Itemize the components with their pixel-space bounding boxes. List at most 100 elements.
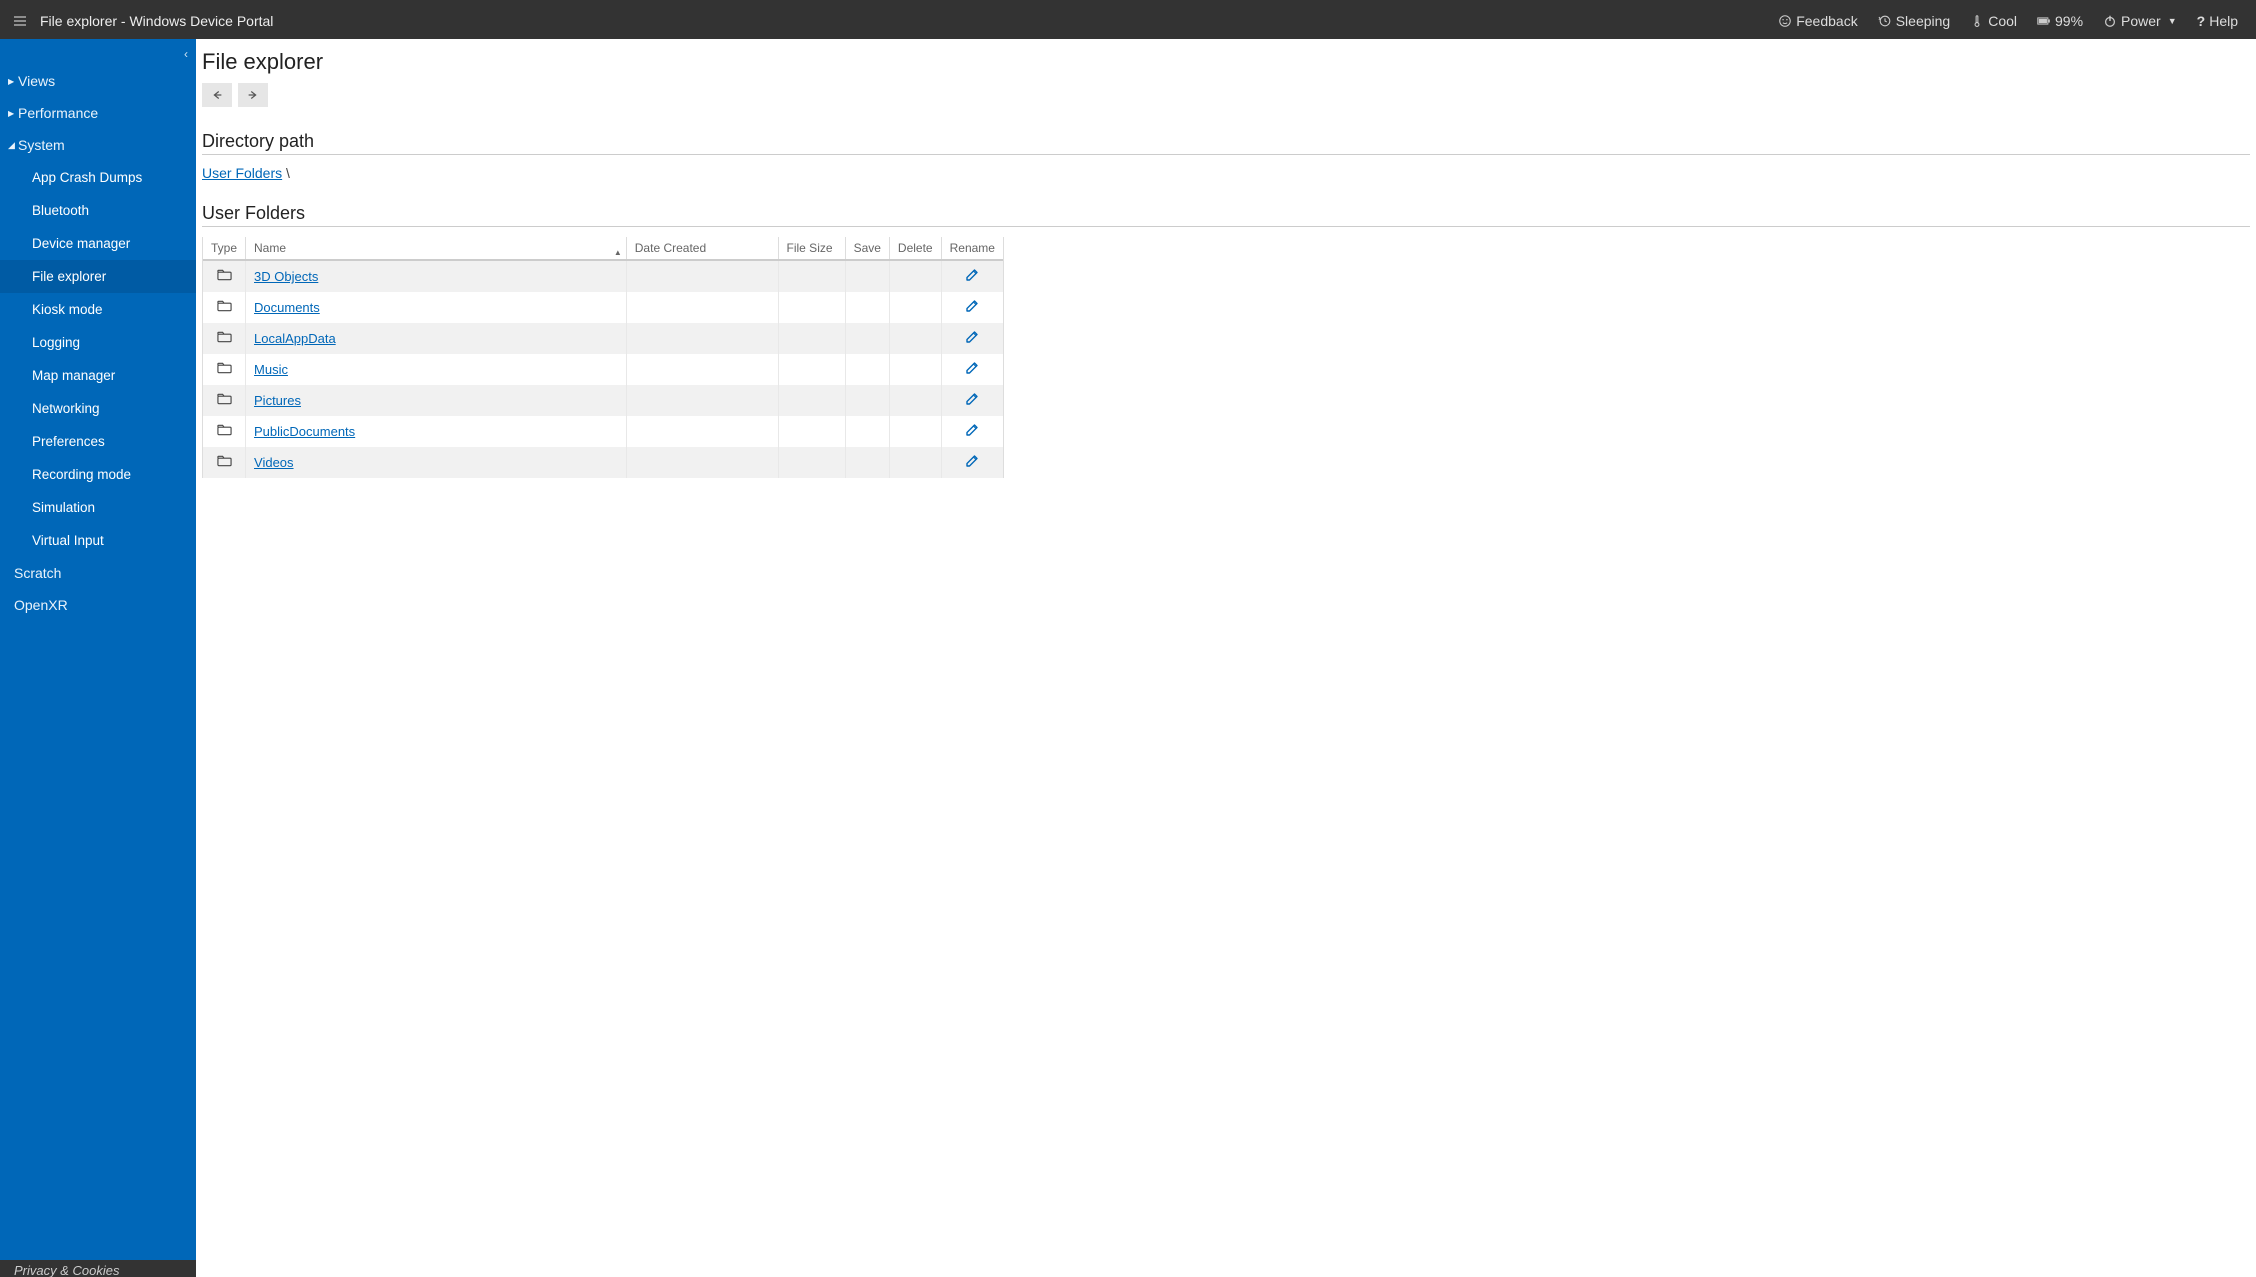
col-delete[interactable]: Delete xyxy=(889,237,941,260)
row-size-cell xyxy=(778,323,845,354)
nav-group-label: System xyxy=(18,137,65,153)
rename-button[interactable] xyxy=(950,422,995,441)
nav-group-system[interactable]: ◢System xyxy=(0,129,196,161)
nav-item-map-manager[interactable]: Map manager xyxy=(0,359,196,392)
thermometer-icon xyxy=(1970,14,1984,28)
arrow-left-icon xyxy=(210,89,224,101)
row-name-cell: LocalAppData xyxy=(246,323,627,354)
question-icon: ? xyxy=(2197,13,2206,29)
directory-path-heading: Directory path xyxy=(202,131,2250,152)
chevron-down-icon: ▼ xyxy=(2168,16,2177,26)
sleeping-status[interactable]: Sleeping xyxy=(1868,2,1961,39)
table-row: Documents xyxy=(203,292,1003,323)
table-row: 3D Objects xyxy=(203,260,1003,292)
arrow-right-icon xyxy=(246,89,260,101)
folder-icon xyxy=(217,362,232,377)
row-date-cell xyxy=(626,416,778,447)
row-size-cell xyxy=(778,416,845,447)
folder-icon xyxy=(217,393,232,408)
row-type-cell xyxy=(203,354,246,385)
col-save[interactable]: Save xyxy=(845,237,889,260)
nav-item-app-crash-dumps[interactable]: App Crash Dumps xyxy=(0,161,196,194)
nav-item-scratch[interactable]: Scratch xyxy=(0,557,196,589)
table-row: Music xyxy=(203,354,1003,385)
folder-link[interactable]: Videos xyxy=(254,455,294,470)
rename-button[interactable] xyxy=(950,329,995,348)
pencil-icon xyxy=(964,422,980,441)
chevron-left-icon: ‹ xyxy=(184,47,188,61)
folder-link[interactable]: 3D Objects xyxy=(254,269,318,284)
folder-icon xyxy=(217,331,232,346)
nav-group-performance[interactable]: ▶Performance xyxy=(0,97,196,129)
row-delete-cell xyxy=(889,447,941,478)
rename-button[interactable] xyxy=(950,298,995,317)
nav-item-networking[interactable]: Networking xyxy=(0,392,196,425)
file-table-container: Type Name ▲ Date Created File Size Save … xyxy=(202,237,1004,478)
folder-link[interactable]: LocalAppData xyxy=(254,331,336,346)
history-icon xyxy=(1878,14,1892,28)
help-button[interactable]: ? Help xyxy=(2187,2,2248,39)
pencil-icon xyxy=(964,360,980,379)
nav-item-virtual-input[interactable]: Virtual Input xyxy=(0,524,196,557)
nav-item-kiosk-mode[interactable]: Kiosk mode xyxy=(0,293,196,326)
battery-icon xyxy=(2037,14,2051,28)
triangle-down-icon: ◢ xyxy=(8,140,18,151)
rename-button[interactable] xyxy=(950,360,995,379)
rename-button[interactable] xyxy=(950,391,995,410)
rename-button[interactable] xyxy=(950,453,995,472)
col-rename[interactable]: Rename xyxy=(941,237,1003,260)
row-save-cell xyxy=(845,354,889,385)
row-name-cell: Documents xyxy=(246,292,627,323)
folder-link[interactable]: Pictures xyxy=(254,393,301,408)
feedback-button[interactable]: Feedback xyxy=(1768,2,1867,39)
col-type[interactable]: Type xyxy=(203,237,246,260)
nav-item-device-manager[interactable]: Device manager xyxy=(0,227,196,260)
folder-link[interactable]: PublicDocuments xyxy=(254,424,355,439)
folder-link[interactable]: Documents xyxy=(254,300,320,315)
pencil-icon xyxy=(964,329,980,348)
temperature-label: Cool xyxy=(1988,13,2017,29)
sidebar: ‹ ▶Views▶Performance◢SystemApp Crash Dum… xyxy=(0,39,196,1277)
nav-item-openxr[interactable]: OpenXR xyxy=(0,589,196,621)
pencil-icon xyxy=(964,267,980,286)
row-delete-cell xyxy=(889,260,941,292)
row-save-cell xyxy=(845,292,889,323)
battery-status[interactable]: 99% xyxy=(2027,2,2093,39)
col-name[interactable]: Name ▲ xyxy=(246,237,627,260)
nav-back-button[interactable] xyxy=(202,83,232,107)
row-date-cell xyxy=(626,292,778,323)
temperature-status[interactable]: Cool xyxy=(1960,2,2027,39)
sidebar-collapse-button[interactable]: ‹ xyxy=(184,47,188,61)
row-delete-cell xyxy=(889,323,941,354)
row-rename-cell xyxy=(941,416,1003,447)
folder-heading-divider xyxy=(202,226,2250,227)
col-date[interactable]: Date Created xyxy=(626,237,778,260)
main-content: File explorer Directory path User Folder… xyxy=(196,39,2256,1277)
nav-item-bluetooth[interactable]: Bluetooth xyxy=(0,194,196,227)
privacy-cookies-link[interactable]: Privacy & Cookies xyxy=(0,1260,196,1277)
nav-item-preferences[interactable]: Preferences xyxy=(0,425,196,458)
folder-link[interactable]: Music xyxy=(254,362,288,377)
nav-group-views[interactable]: ▶Views xyxy=(0,65,196,97)
row-type-cell xyxy=(203,416,246,447)
breadcrumb-root-link[interactable]: User Folders xyxy=(202,165,282,181)
row-date-cell xyxy=(626,260,778,292)
table-row: Pictures xyxy=(203,385,1003,416)
pencil-icon xyxy=(964,298,980,317)
nav-item-recording-mode[interactable]: Recording mode xyxy=(0,458,196,491)
nav-item-file-explorer[interactable]: File explorer xyxy=(0,260,196,293)
row-save-cell xyxy=(845,323,889,354)
rename-button[interactable] xyxy=(950,267,995,286)
nav-item-logging[interactable]: Logging xyxy=(0,326,196,359)
power-label: Power xyxy=(2121,13,2161,29)
power-menu-button[interactable]: Power ▼ xyxy=(2093,2,2187,39)
hamburger-menu-button[interactable] xyxy=(0,2,40,39)
row-rename-cell xyxy=(941,354,1003,385)
triangle-right-icon: ▶ xyxy=(8,77,18,86)
row-name-cell: Music xyxy=(246,354,627,385)
col-size[interactable]: File Size xyxy=(778,237,845,260)
nav-forward-button[interactable] xyxy=(238,83,268,107)
nav-item-simulation[interactable]: Simulation xyxy=(0,491,196,524)
breadcrumb-separator-glyph: \ xyxy=(286,165,290,181)
row-rename-cell xyxy=(941,447,1003,478)
